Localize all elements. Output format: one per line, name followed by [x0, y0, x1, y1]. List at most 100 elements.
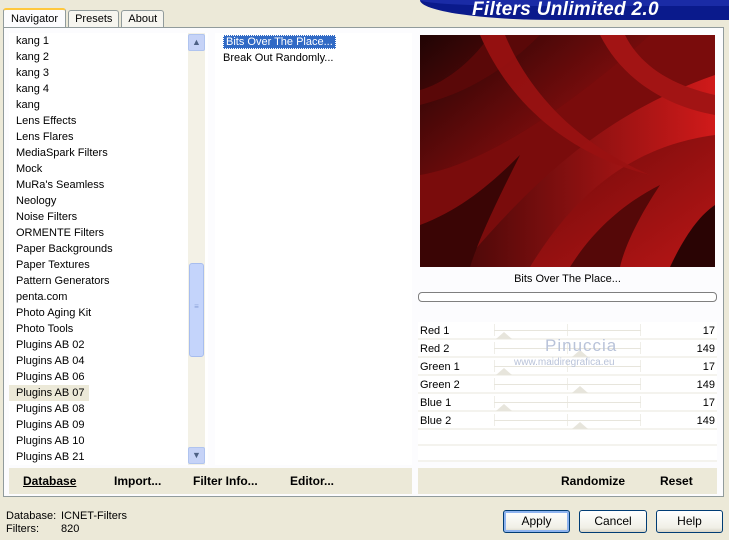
tab-presets[interactable]: Presets	[68, 10, 120, 28]
slider-track[interactable]	[494, 330, 641, 331]
category-item[interactable]: Plugins AB 10	[9, 433, 189, 449]
watermark-site: www.maidiregrafica.eu	[514, 357, 615, 368]
slider-row[interactable]: Blue 1 17	[418, 394, 717, 412]
slider-thumb[interactable]	[495, 332, 512, 339]
category-item[interactable]: MuRa's Seamless	[9, 177, 189, 193]
title-banner: Filters Unlimited 2.0	[420, 0, 729, 20]
database-button[interactable]: Database	[23, 474, 76, 488]
slider-track[interactable]	[494, 384, 641, 385]
tab-navigator[interactable]: Navigator	[3, 8, 67, 29]
slider-value: 149	[696, 343, 715, 355]
preview-filter-name: Bits Over The Place...	[514, 273, 621, 285]
filter-item-label: Bits Over The Place...	[223, 35, 336, 49]
watermark-name: Pinuccia	[545, 336, 618, 355]
category-item[interactable]: penta.com	[9, 289, 189, 305]
category-item[interactable]: Photo Tools	[9, 321, 189, 337]
tab-strip: Navigator Presets About	[3, 6, 166, 29]
slider-thumb[interactable]	[495, 368, 512, 375]
category-item[interactable]: Paper Backgrounds	[9, 241, 189, 257]
chevron-down-icon: ▼	[192, 450, 201, 460]
filter-item[interactable]: Bits Over The Place...	[215, 35, 412, 51]
slider-label: Blue 1	[420, 397, 452, 409]
category-item[interactable]: kang 2	[9, 49, 189, 65]
slider-label: Red 2	[420, 343, 450, 355]
tab-about[interactable]: About	[121, 10, 165, 28]
category-item[interactable]: Plugins AB 07	[9, 385, 89, 401]
slider-value: 17	[702, 361, 715, 373]
category-item[interactable]: Pattern Generators	[9, 273, 189, 289]
category-item[interactable]: Lens Effects	[9, 113, 189, 129]
filter-info-label: Filter Info...	[193, 474, 258, 488]
editor-button[interactable]: Editor...	[290, 474, 334, 488]
empty-slider-row	[418, 446, 717, 462]
filters-count-value: 820	[61, 523, 80, 535]
category-item[interactable]: MediaSpark Filters	[9, 145, 189, 161]
cancel-button[interactable]: Cancel	[579, 510, 647, 533]
slider-value: 17	[702, 325, 715, 337]
randomize-button[interactable]: Randomize	[561, 474, 625, 488]
category-item[interactable]: Photo Aging Kit	[9, 305, 189, 321]
reset-button[interactable]: Reset	[660, 474, 693, 488]
filter-items: Bits Over The Place... Break Out Randomly…	[215, 33, 412, 67]
progress-bar	[418, 292, 717, 302]
category-item[interactable]: Lens Flares	[9, 129, 189, 145]
slider-row[interactable]: Blue 2 149	[418, 412, 717, 430]
slider-value: 149	[696, 415, 715, 427]
slider-label: Green 1	[420, 361, 460, 373]
left-action-bar: Database Import... Filter Info... Editor…	[9, 468, 412, 494]
category-item[interactable]: Plugins AB 06	[9, 369, 189, 385]
help-button[interactable]: Help	[656, 510, 723, 533]
category-item[interactable]: Noise Filters	[9, 209, 189, 225]
right-action-bar: Randomize Reset	[418, 468, 717, 494]
slider-row[interactable]: Green 2 149	[418, 376, 717, 394]
preview-image	[420, 35, 715, 267]
database-status-label: Database:	[6, 510, 57, 522]
scroll-thumb[interactable]: ≡	[189, 263, 204, 357]
import-button[interactable]: Import...	[114, 474, 161, 488]
filter-item[interactable]: Break Out Randomly...	[215, 51, 412, 67]
slider-track[interactable]	[494, 420, 641, 421]
filter-item-label: Break Out Randomly...	[223, 52, 334, 64]
category-item[interactable]: ORMENTE Filters	[9, 225, 189, 241]
database-status-value: ICNET-Filters	[61, 510, 127, 522]
slider-track[interactable]	[494, 402, 641, 403]
database-label: Database	[23, 474, 77, 488]
slider-label: Red 1	[420, 325, 450, 337]
slider-label: Blue 2	[420, 415, 452, 427]
category-item[interactable]: kang 3	[9, 65, 189, 81]
category-item[interactable]: Plugins AB 08	[9, 401, 189, 417]
chevron-up-icon: ▲	[192, 37, 201, 47]
editor-label: Editor...	[290, 474, 335, 488]
category-item[interactable]: Plugins AB 04	[9, 353, 189, 369]
import-label: Import...	[114, 474, 162, 488]
slider-label: Green 2	[420, 379, 460, 391]
category-list[interactable]: kang 1 kang 2 kang 3 kang 4 kang Lens Effects…	[9, 33, 208, 465]
category-item[interactable]: Plugins AB 02	[9, 337, 189, 353]
filter-info-button[interactable]: Filter Info...	[193, 474, 258, 488]
category-item[interactable]: Neology	[9, 193, 189, 209]
category-item[interactable]: Mock	[9, 161, 189, 177]
empty-slider-row	[418, 430, 717, 446]
category-item[interactable]: Plugins AB 21	[9, 449, 189, 465]
slider-value: 149	[696, 379, 715, 391]
category-items: kang 1 kang 2 kang 3 kang 4 kang Lens Effects…	[9, 33, 189, 465]
scroll-down-button[interactable]: ▼	[188, 447, 205, 464]
category-item[interactable]: kang 1	[9, 33, 189, 49]
category-item[interactable]: Plugins AB 09	[9, 417, 189, 433]
slider-value: 17	[702, 397, 715, 409]
filters-count-label: Filters:	[6, 523, 39, 535]
slider-thumb[interactable]	[571, 386, 588, 393]
app-title: Filters Unlimited 2.0	[472, 0, 659, 20]
category-item[interactable]: kang	[9, 97, 189, 113]
preview-graphic	[420, 35, 715, 267]
category-scrollbar[interactable]: ▲ ≡ ▼	[188, 33, 205, 465]
grip-icon: ≡	[194, 302, 199, 311]
filter-list[interactable]: Bits Over The Place... Break Out Randomly…	[215, 33, 412, 465]
scroll-up-button[interactable]: ▲	[188, 34, 205, 51]
status-info: Database: ICNET-Filters Filters: 820	[6, 510, 127, 536]
slider-thumb[interactable]	[571, 422, 588, 429]
category-item[interactable]: kang 4	[9, 81, 189, 97]
apply-button[interactable]: Apply	[503, 510, 570, 533]
category-item[interactable]: Paper Textures	[9, 257, 189, 273]
slider-thumb[interactable]	[495, 404, 512, 411]
